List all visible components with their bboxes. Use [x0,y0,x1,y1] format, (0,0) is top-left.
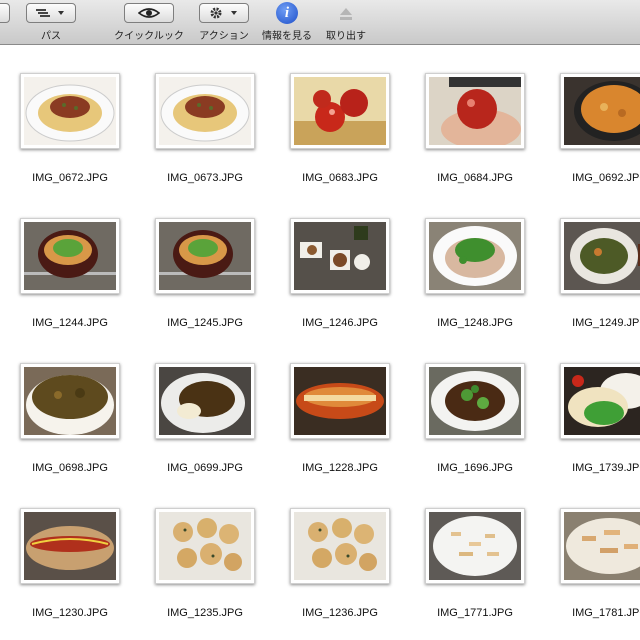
info-label: 情報を見る [262,31,312,42]
food-photo-image [159,367,251,435]
path-label: パス [41,31,61,42]
file-thumbnail[interactable] [155,508,255,584]
sidebar-button[interactable] [0,3,10,23]
file-name-label[interactable]: IMG_1246.JPG [282,317,398,329]
file-thumbnail[interactable] [560,508,640,584]
file-item[interactable]: IMG_1246.JPG [286,190,412,329]
file-name-label[interactable]: IMG_1781.JPG [552,607,640,619]
eject-label: 取り出す [326,31,366,42]
file-item[interactable]: IMG_0699.JPG [151,335,277,474]
file-item[interactable]: IMG_1228.JPG [286,335,412,474]
eject-icon [340,8,352,20]
quicklook-button[interactable] [124,3,174,23]
file-thumbnail[interactable] [20,508,120,584]
file-thumbnail[interactable] [20,73,120,149]
action-label: アクション [199,31,249,42]
file-item[interactable]: IMG_1236.JPG [286,480,412,619]
file-item[interactable]: IMG_1739.JPG [556,335,640,474]
food-photo-image [24,77,116,145]
food-photo-image [429,512,521,580]
file-item[interactable]: IMG_1245.JPG [151,190,277,329]
file-thumbnail[interactable] [290,363,390,439]
file-thumbnail[interactable] [155,363,255,439]
eye-icon [138,8,160,18]
file-thumbnail[interactable] [290,218,390,294]
file-thumbnail[interactable] [20,218,120,294]
food-photo-image [564,367,640,435]
food-photo-image [294,367,386,435]
file-item[interactable]: IMG_0683.JPG [286,45,412,184]
file-name-label[interactable]: IMG_0684.JPG [417,172,533,184]
file-name-label[interactable]: IMG_1249.JPG [552,317,640,329]
food-photo-image [294,77,386,145]
file-name-label[interactable]: IMG_1696.JPG [417,462,533,474]
food-photo-image [564,512,640,580]
food-photo-image [294,222,386,290]
file-name-label[interactable]: IMG_1230.JPG [12,607,128,619]
path-button[interactable] [26,3,76,23]
file-name-label[interactable]: IMG_1235.JPG [147,607,263,619]
file-item[interactable]: IMG_0692.JPG [556,45,640,184]
food-photo-image [429,77,521,145]
file-name-label[interactable]: IMG_0699.JPG [147,462,263,474]
food-photo-image [159,77,251,145]
food-photo-image [294,512,386,580]
file-thumbnail[interactable] [425,508,525,584]
food-photo-image [24,222,116,290]
file-item[interactable]: IMG_1235.JPG [151,480,277,619]
file-thumbnail[interactable] [425,218,525,294]
file-name-label[interactable]: IMG_0673.JPG [147,172,263,184]
file-thumbnail[interactable] [290,508,390,584]
file-item[interactable]: IMG_1230.JPG [16,480,142,619]
info-icon: i [284,4,290,21]
food-photo-image [159,222,251,290]
quicklook-label: クイックルック [114,31,184,42]
file-thumbnail[interactable] [425,73,525,149]
file-name-label[interactable]: IMG_1244.JPG [12,317,128,329]
path-icon [36,9,64,17]
food-photo-image [24,367,116,435]
food-photo-image [24,512,116,580]
action-button[interactable] [199,3,249,23]
food-photo-image [429,367,521,435]
file-thumbnail[interactable] [20,363,120,439]
file-item[interactable]: IMG_0698.JPG [16,335,142,474]
file-thumbnail[interactable] [560,73,640,149]
file-name-label[interactable]: IMG_0672.JPG [12,172,128,184]
file-name-label[interactable]: IMG_1739.JPG [552,462,640,474]
chevron-down-icon [58,11,64,15]
finder-toolbar: パス クイックルック アクション i 情報を見る 取り出す [0,0,640,45]
file-thumbnail[interactable] [425,363,525,439]
food-photo-image [429,222,521,290]
food-photo-image [159,512,251,580]
file-item[interactable]: IMG_0672.JPG [16,45,142,184]
food-photo-image [564,222,640,290]
file-name-label[interactable]: IMG_1771.JPG [417,607,533,619]
file-name-label[interactable]: IMG_1248.JPG [417,317,533,329]
file-name-label[interactable]: IMG_0698.JPG [12,462,128,474]
file-name-label[interactable]: IMG_1228.JPG [282,462,398,474]
file-thumbnail[interactable] [155,218,255,294]
file-item[interactable]: IMG_1781.JPG [556,480,640,619]
file-name-label[interactable]: IMG_1236.JPG [282,607,398,619]
file-thumbnail[interactable] [290,73,390,149]
file-item[interactable]: IMG_1248.JPG [421,190,547,329]
file-name-label[interactable]: IMG_1245.JPG [147,317,263,329]
food-photo-image [564,77,640,145]
file-item[interactable]: IMG_0673.JPG [151,45,277,184]
file-item[interactable]: IMG_1696.JPG [421,335,547,474]
file-item[interactable]: IMG_1771.JPG [421,480,547,619]
file-name-label[interactable]: IMG_0683.JPG [282,172,398,184]
file-name-label[interactable]: IMG_0692.JPG [552,172,640,184]
file-icon-grid: IMG_0672.JPG IMG_0673.JPG IMG_0683.JPG IMG_… [0,45,640,640]
info-button[interactable]: i [276,2,298,24]
file-item[interactable]: IMG_0684.JPG [421,45,547,184]
file-item[interactable]: IMG_1244.JPG [16,190,142,329]
eject-button[interactable] [336,4,356,24]
file-thumbnail[interactable] [155,73,255,149]
file-thumbnail[interactable] [560,363,640,439]
file-item[interactable]: IMG_1249.JPG [556,190,640,329]
file-thumbnail[interactable] [560,218,640,294]
gear-icon [210,7,237,19]
